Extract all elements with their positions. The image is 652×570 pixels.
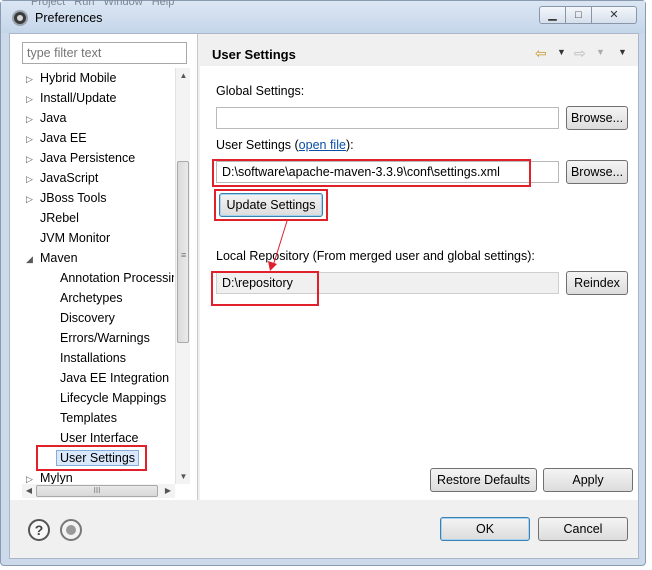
forward-history-dropdown-icon[interactable]: ▼ xyxy=(596,47,605,57)
tree-item-install-update[interactable]: ▷ Install/Update xyxy=(26,88,116,108)
user-settings-path-highlight-box xyxy=(212,159,531,187)
expand-arrow-icon[interactable]: ▷ xyxy=(26,169,40,189)
scroll-right-icon[interactable]: ▶ xyxy=(161,484,175,498)
tree-item-jboss-tools[interactable]: ▷ JBoss Tools xyxy=(26,188,106,208)
global-settings-field[interactable] xyxy=(216,107,559,129)
tree-item-label: Discovery xyxy=(60,311,115,325)
expand-arrow-icon[interactable]: ▷ xyxy=(26,469,40,484)
user-settings-label-suffix: ): xyxy=(345,138,354,152)
dialog-client-area: ▷Hybrid Mobile ▷Install/Update ▷Java ▷Ja… xyxy=(9,33,639,559)
scroll-thumb[interactable]: ≡ xyxy=(177,161,189,343)
back-arrow-icon[interactable]: ⇦ xyxy=(535,45,547,62)
tree-item-maven[interactable]: ◢ Maven xyxy=(26,248,78,268)
cancel-button[interactable]: Cancel xyxy=(538,517,628,541)
scroll-down-icon[interactable]: ▼ xyxy=(176,469,191,484)
page-header: User Settings ⇦ ▼ ⇨ ▼ ▼ xyxy=(200,34,638,66)
tree-item-annotation-processing[interactable]: Annotation Processing xyxy=(60,268,174,288)
reindex-button[interactable]: Reindex xyxy=(566,271,628,295)
global-browse-button[interactable]: Browse... xyxy=(566,106,628,130)
scroll-grip-icon: ≡ xyxy=(181,250,187,260)
tree-item-jvm-monitor[interactable]: JVM Monitor xyxy=(26,228,110,248)
back-history-dropdown-icon[interactable]: ▼ xyxy=(557,47,566,57)
maximize-button[interactable]: □ xyxy=(565,6,592,24)
tree-vertical-scrollbar[interactable]: ▲ ≡ ▼ xyxy=(175,68,190,484)
title-bar[interactable]: Project Run Window Help Preferences ▁ □ … xyxy=(1,0,645,33)
horizontal-scroll-thumb[interactable]: III xyxy=(36,485,158,497)
import-export-icon[interactable] xyxy=(60,519,82,541)
apply-button[interactable]: Apply xyxy=(543,468,633,492)
tree-item-label: JVM Monitor xyxy=(40,231,111,245)
tree-item-label: Install/Update xyxy=(40,91,117,105)
tree-item-label: Maven xyxy=(40,251,78,265)
restore-defaults-button[interactable]: Restore Defaults xyxy=(430,468,537,492)
tree-item-label: JavaScript xyxy=(40,171,99,185)
user-settings-label: User Settings (open file): xyxy=(216,138,354,152)
help-icon[interactable]: ? xyxy=(28,519,50,541)
tree-item-label: Errors/Warnings xyxy=(60,331,150,345)
tree-item-java-ee[interactable]: ▷ Java EE xyxy=(26,128,87,148)
tree-item-label: JRebel xyxy=(40,211,79,225)
tree-item-label: Lifecycle Mappings xyxy=(60,391,167,405)
tree-item-hybrid-mobile[interactable]: ▷ Hybrid Mobile xyxy=(26,68,116,88)
filter-input[interactable] xyxy=(22,42,187,64)
settings-page: User Settings ⇦ ▼ ⇨ ▼ ▼ Global Settings:… xyxy=(200,34,638,500)
tree-item-label: Java Persistence xyxy=(40,151,136,165)
tree-item-errors-warnings[interactable]: Errors/Warnings xyxy=(60,328,150,348)
tree-item-installations[interactable]: Installations xyxy=(60,348,126,368)
close-button[interactable]: ✕ xyxy=(591,6,637,24)
view-menu-icon[interactable]: ▼ xyxy=(618,47,627,57)
minimize-button[interactable]: ▁ xyxy=(539,6,566,24)
tree-item-java[interactable]: ▷ Java xyxy=(26,108,66,128)
user-settings-label-text: User Settings ( xyxy=(216,138,299,152)
tree-item-label: Hybrid Mobile xyxy=(40,71,117,85)
tree-item-jrebel[interactable]: JRebel xyxy=(26,208,79,228)
forward-arrow-icon[interactable]: ⇨ xyxy=(574,45,586,62)
expand-arrow-icon[interactable]: ▷ xyxy=(26,109,40,129)
tree-item-java-ee-integration[interactable]: Java EE Integration xyxy=(60,368,169,388)
tree-item-label: JBoss Tools xyxy=(40,191,107,205)
tree-item-label: Java EE Integration xyxy=(60,371,170,385)
expand-arrow-icon[interactable]: ▷ xyxy=(26,149,40,169)
expand-arrow-icon[interactable]: ▷ xyxy=(26,129,40,149)
preference-tree: ▷ Hybrid Mobile ▷ Install/Update ▷ Java ▷ Ja… xyxy=(22,68,174,484)
scroll-up-icon[interactable]: ▲ xyxy=(176,68,191,83)
update-settings-highlight-box xyxy=(214,189,328,221)
tree-item-discovery[interactable]: Discovery xyxy=(60,308,115,328)
tree-item-lifecycle-mappings[interactable]: Lifecycle Mappings xyxy=(60,388,166,408)
user-browse-button[interactable]: Browse... xyxy=(566,160,628,184)
tree-item-label: Java xyxy=(40,111,67,125)
collapse-arrow-icon[interactable]: ◢ xyxy=(26,249,40,269)
tree-item-label: Installations xyxy=(60,351,127,365)
tree-item-java-persistence[interactable]: ▷ Java Persistence xyxy=(26,148,135,168)
tree-item-label: Annotation Processing xyxy=(60,271,174,285)
local-repository-label: Local Repository (From merged user and g… xyxy=(216,249,535,263)
tree-item-archetypes[interactable]: Archetypes xyxy=(60,288,123,308)
tree-item-label: Java EE xyxy=(40,131,87,145)
scroll-left-icon[interactable]: ◀ xyxy=(22,484,36,498)
tree-item-label: User Interface xyxy=(60,431,139,445)
global-settings-label: Global Settings: xyxy=(216,84,305,98)
eclipse-icon xyxy=(12,10,28,26)
window-title: Preferences xyxy=(35,11,103,25)
tree-item-label: Templates xyxy=(60,411,117,425)
ok-button[interactable]: OK xyxy=(440,517,530,541)
tree-item-label: Archetypes xyxy=(60,291,123,305)
background-menu-text: Project Run Window Help xyxy=(31,0,175,8)
local-repository-highlight-box xyxy=(211,271,319,306)
open-file-link[interactable]: open file xyxy=(299,138,346,152)
tree-item-templates[interactable]: Templates xyxy=(60,408,117,428)
tree-horizontal-scrollbar[interactable]: ◀ III ▶ xyxy=(22,484,175,498)
expand-arrow-icon[interactable]: ▷ xyxy=(26,69,40,89)
tree-item-javascript[interactable]: ▷ JavaScript xyxy=(26,168,98,188)
preferences-window: Project Run Window Help Preferences ▁ □ … xyxy=(0,0,646,566)
page-title: User Settings xyxy=(212,47,296,62)
user-settings-highlight-box xyxy=(36,445,147,471)
tree-item-label: Mylyn xyxy=(40,471,73,484)
expand-arrow-icon[interactable]: ▷ xyxy=(26,189,40,209)
expand-arrow-icon[interactable]: ▷ xyxy=(26,89,40,109)
preference-tree-pane: ▷Hybrid Mobile ▷Install/Update ▷Java ▷Ja… xyxy=(10,34,198,500)
